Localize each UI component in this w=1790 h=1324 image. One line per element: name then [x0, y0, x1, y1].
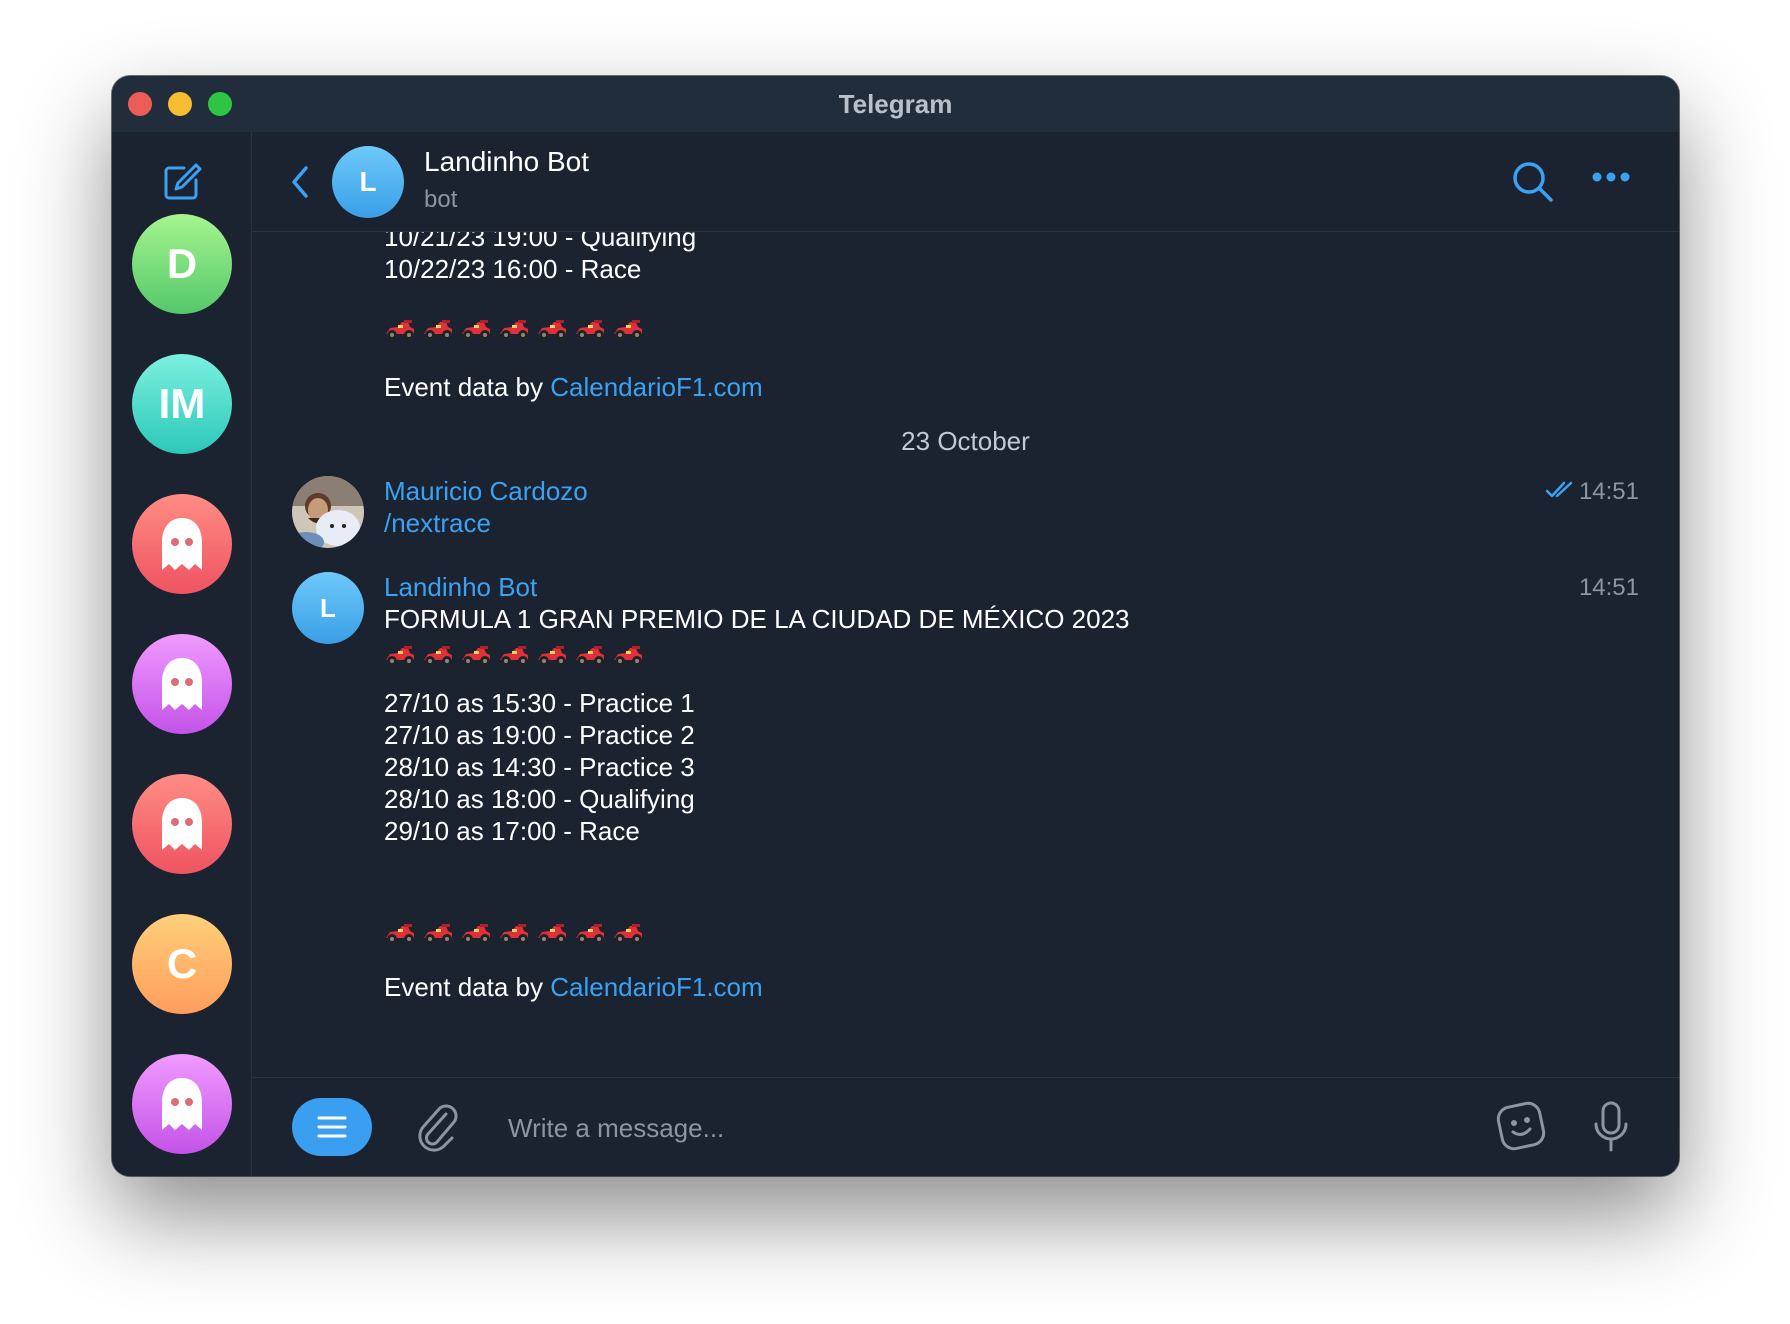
chat-panel: L Landinho Bot bot 10/21/23 19:00 - Qual… [252, 132, 1679, 1176]
chat-list-item[interactable]: IM [132, 354, 232, 454]
calendario-link[interactable]: CalendarioF1.com [550, 972, 762, 1002]
chat-list-sidebar: D IM C [112, 132, 252, 1176]
message-history[interactable]: 10/21/23 19:00 - Qualifying 10/22/23 16:… [252, 232, 1679, 1077]
credit-prefix: Event data by [384, 372, 551, 402]
paperclip-icon[interactable] [416, 1102, 460, 1157]
sticker-icon[interactable] [1495, 1100, 1547, 1157]
session-line: 27/10 as 15:30 - Practice 1 [384, 688, 695, 718]
calendario-link[interactable]: CalendarioF1.com [550, 372, 762, 402]
message-time: 14:51 [1578, 574, 1639, 601]
message-time: 14:51 [1578, 478, 1639, 505]
race-title: FORMULA 1 GRAN PREMIO DE LA CIUDAD DE MÉ… [384, 604, 1130, 634]
read-checkmarks-icon [1545, 480, 1575, 505]
chat-header: L Landinho Bot bot [252, 132, 1679, 232]
chat-initials: IM [158, 380, 206, 427]
user-sender-name[interactable]: Mauricio Cardozo [384, 476, 588, 507]
date-separator: 23 October [901, 426, 1030, 456]
chat-subtitle: bot [424, 186, 458, 213]
chat-list-item[interactable] [132, 774, 232, 874]
message-line: 10/22/23 16:00 - Race [384, 254, 642, 284]
race-car-emoji [460, 644, 492, 673]
race-car-emoji [612, 318, 644, 347]
chat-initials: D [166, 240, 198, 287]
race-car-emoji [384, 318, 416, 347]
chat-list-item[interactable] [132, 634, 232, 734]
race-car-emoji [612, 644, 644, 673]
chat-list-item[interactable] [132, 494, 232, 594]
chat-list-item[interactable]: D [132, 214, 232, 314]
credit-prefix: Event data by [384, 972, 551, 1002]
bot-avatar[interactable]: L [292, 572, 364, 644]
message-input[interactable] [506, 1102, 1310, 1154]
session-line: 29/10 as 17:00 - Race [384, 816, 640, 846]
race-car-emoji [384, 644, 416, 673]
chat-list-item[interactable]: C [132, 914, 232, 1014]
race-car-emoji [574, 922, 606, 951]
back-chevron-icon[interactable] [288, 164, 312, 205]
chat-avatar[interactable]: L [332, 146, 404, 218]
race-car-emoji [536, 644, 568, 673]
race-car-emoji [498, 644, 530, 673]
session-line: 28/10 as 18:00 - Qualifying [384, 784, 695, 814]
title-bar: Telegram [112, 76, 1679, 132]
credit-line: Event data by CalendarioF1.com [384, 972, 763, 1003]
compose-icon[interactable] [162, 162, 202, 202]
race-car-emoji [498, 922, 530, 951]
bot-menu-button[interactable] [292, 1098, 372, 1156]
chat-list-item[interactable] [132, 1054, 232, 1154]
window-title: Telegram [838, 89, 953, 119]
race-car-emoji [536, 922, 568, 951]
race-car-emoji [574, 318, 606, 347]
chat-title[interactable]: Landinho Bot [424, 146, 589, 178]
microphone-icon[interactable] [1591, 1100, 1631, 1159]
session-line: 28/10 as 14:30 - Practice 3 [384, 752, 695, 782]
race-car-emoji [574, 644, 606, 673]
race-car-emoji-row [384, 922, 650, 946]
user-command-text[interactable]: /nextrace [384, 508, 491, 539]
race-car-emoji [498, 318, 530, 347]
chat-initials: C [166, 940, 198, 987]
race-car-emoji [536, 318, 568, 347]
race-car-emoji [422, 922, 454, 951]
race-car-emoji [384, 922, 416, 951]
telegram-window: Telegram D IM C L Landinho Bot bot 10/21… [112, 76, 1679, 1176]
race-car-emoji [422, 318, 454, 347]
race-car-emoji-row [384, 644, 650, 668]
search-icon[interactable] [1511, 160, 1555, 209]
race-car-emoji-row [384, 318, 650, 342]
race-car-emoji [460, 318, 492, 347]
credit-line: Event data by CalendarioF1.com [384, 372, 763, 403]
bot-sender-name[interactable]: Landinho Bot [384, 572, 537, 603]
race-car-emoji [422, 644, 454, 673]
user-avatar[interactable] [292, 476, 364, 548]
more-options-icon[interactable] [1591, 170, 1631, 188]
session-line: 27/10 as 19:00 - Practice 2 [384, 720, 695, 750]
race-car-emoji [612, 922, 644, 951]
message-composer [252, 1077, 1679, 1176]
race-car-emoji [460, 922, 492, 951]
message-line: 10/21/23 19:00 - Qualifying [384, 232, 697, 252]
